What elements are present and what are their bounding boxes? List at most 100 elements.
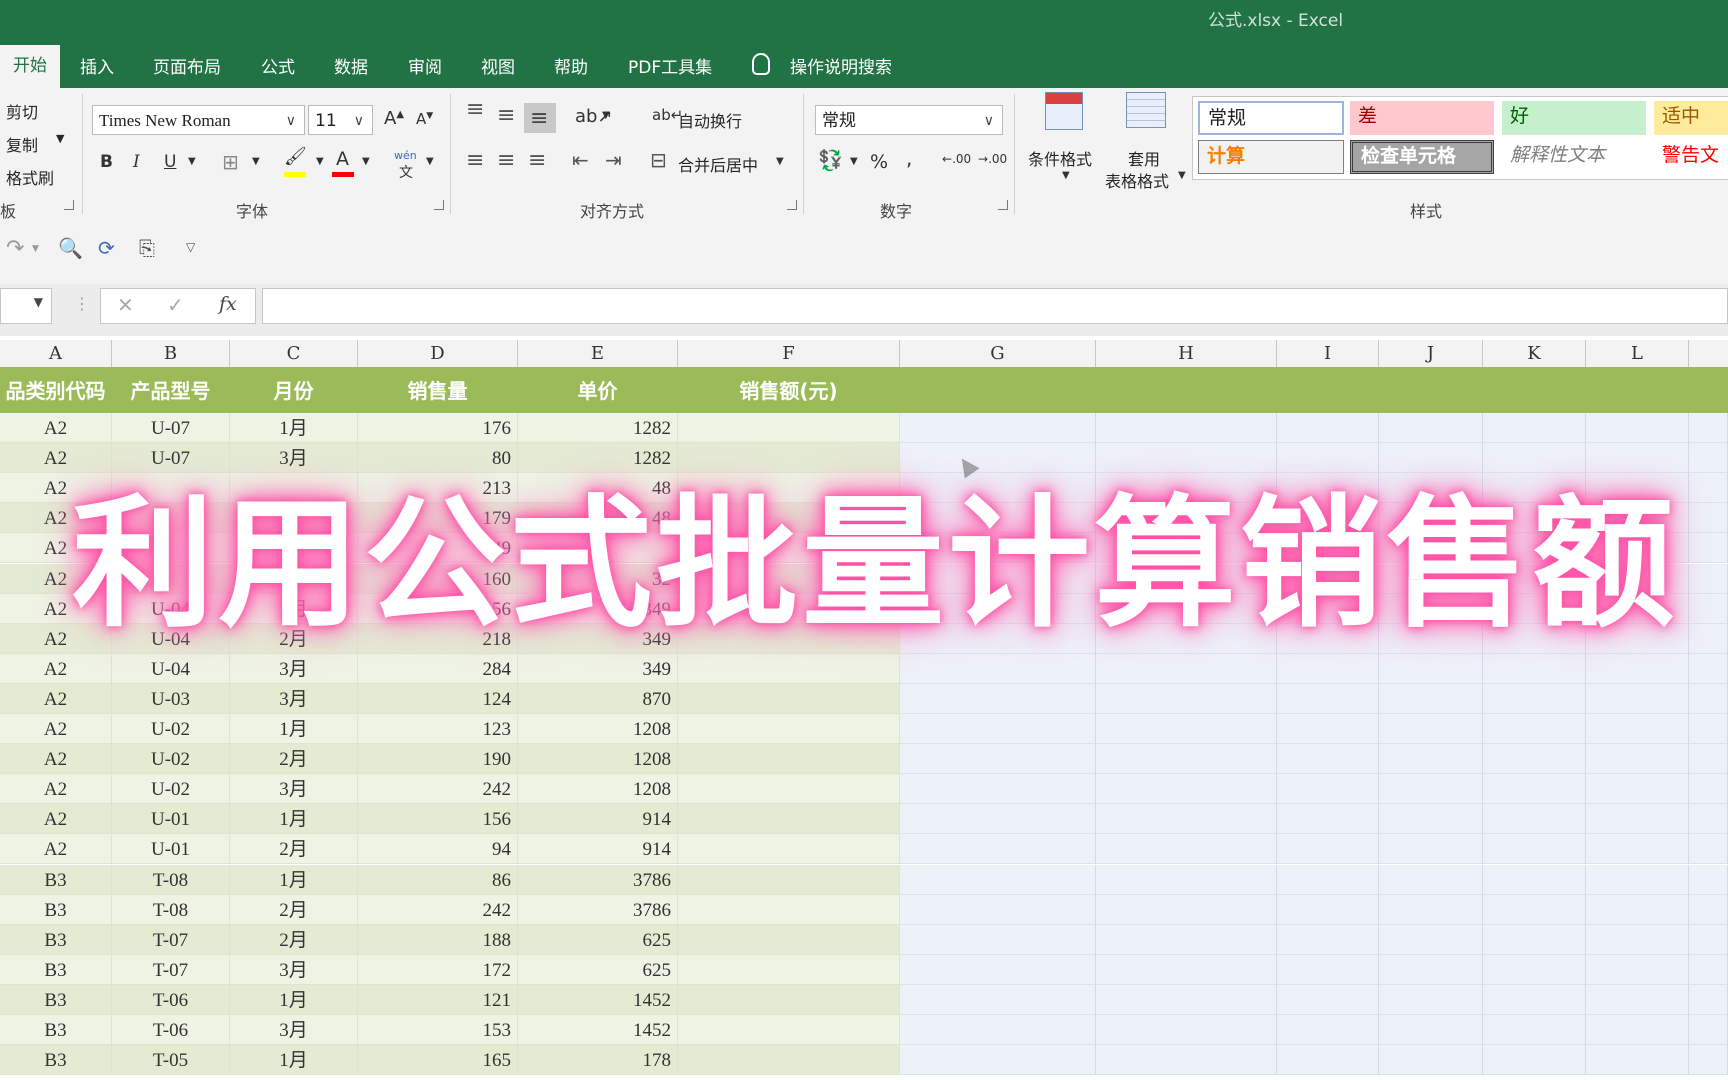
table-cell[interactable]: 1208	[518, 774, 678, 805]
table-cell[interactable]: 1452	[518, 984, 678, 1015]
empty-cell[interactable]	[1586, 714, 1689, 744]
table-cell[interactable]: 94	[358, 834, 518, 865]
table-cell[interactable]: U-04	[112, 653, 230, 684]
merge-center-button[interactable]: 合并后居中	[678, 152, 758, 176]
empty-cell[interactable]	[1379, 804, 1483, 835]
format-painter-button[interactable]: 格式刷	[6, 165, 54, 189]
table-cell[interactable]: 625	[518, 924, 678, 955]
enter-icon[interactable]: ✓	[167, 293, 184, 317]
table-cell[interactable]	[678, 954, 900, 985]
empty-cell[interactable]	[1689, 864, 1728, 895]
empty-cell[interactable]	[1483, 683, 1586, 714]
empty-cell[interactable]	[1379, 1015, 1483, 1045]
name-box-dropdown-icon[interactable]: ▼	[34, 295, 43, 309]
cancel-icon[interactable]: ✕	[117, 293, 134, 317]
table-cell[interactable]: 190	[358, 744, 518, 775]
table-cell[interactable]: A2	[0, 774, 112, 805]
empty-cell[interactable]	[1483, 924, 1586, 955]
table-cell[interactable]: B3	[0, 954, 112, 985]
header-cell[interactable]: 月份	[230, 367, 358, 413]
empty-cell[interactable]	[1483, 653, 1586, 684]
comma-button[interactable]: ,	[906, 146, 912, 170]
table-cell[interactable]: 3月	[230, 653, 358, 684]
table-cell[interactable]: 1208	[518, 714, 678, 744]
empty-cell[interactable]	[1586, 834, 1689, 865]
table-cell[interactable]: 165	[358, 1045, 518, 1076]
table-cell[interactable]: T-08	[112, 894, 230, 925]
empty-cell[interactable]	[1586, 894, 1689, 925]
empty-cell[interactable]	[1689, 1015, 1728, 1045]
empty-cell[interactable]	[1277, 984, 1379, 1015]
empty-cell[interactable]	[1096, 1015, 1277, 1045]
header-cell[interactable]: 单价	[518, 367, 678, 413]
style-warning[interactable]: 警告文	[1654, 140, 1728, 174]
empty-cell[interactable]	[1689, 413, 1728, 443]
table-cell[interactable]: U-01	[112, 834, 230, 865]
empty-cell[interactable]	[1277, 1015, 1379, 1045]
empty-cell[interactable]	[1096, 834, 1277, 865]
empty-cell[interactable]	[1586, 804, 1689, 835]
table-cell[interactable]: 1452	[518, 1015, 678, 1045]
empty-cell[interactable]	[900, 413, 1096, 443]
empty-cell[interactable]	[900, 984, 1096, 1015]
tab-formulas[interactable]: 公式	[261, 53, 295, 78]
empty-cell[interactable]	[1277, 774, 1379, 805]
empty-cell[interactable]	[1586, 984, 1689, 1015]
table-cell[interactable]: B3	[0, 864, 112, 895]
style-explanatory[interactable]: 解释性文本	[1502, 140, 1646, 174]
empty-cell[interactable]	[1483, 954, 1586, 985]
table-cell[interactable]: 123	[358, 714, 518, 744]
align-left-icon[interactable]: ≡	[466, 148, 484, 173]
empty-cell[interactable]	[1586, 774, 1689, 805]
refresh-all-icon[interactable]: ⟳	[98, 236, 115, 260]
column-header-c[interactable]: C	[230, 340, 358, 367]
empty-cell[interactable]	[1689, 924, 1728, 955]
column-header-d[interactable]: D	[358, 340, 518, 367]
table-cell[interactable]: 3月	[230, 774, 358, 805]
empty-cell[interactable]	[1379, 954, 1483, 985]
empty-cell[interactable]	[1586, 1045, 1689, 1076]
empty-cell[interactable]	[1277, 1045, 1379, 1076]
column-header-g[interactable]: G	[900, 340, 1096, 367]
number-format-select[interactable]: 常规 ∨	[815, 105, 1003, 135]
empty-cell[interactable]	[1586, 954, 1689, 985]
table-cell[interactable]: 1月	[230, 714, 358, 744]
increase-decimal-button[interactable]: ←.00	[942, 152, 971, 166]
style-normal[interactable]: 常规	[1198, 101, 1344, 135]
empty-cell[interactable]	[1379, 413, 1483, 443]
table-cell[interactable]	[678, 744, 900, 775]
empty-cell[interactable]	[1483, 413, 1586, 443]
empty-cell[interactable]	[1379, 984, 1483, 1015]
table-cell[interactable]: 2月	[230, 834, 358, 865]
empty-cell[interactable]	[1379, 1045, 1483, 1076]
empty-cell[interactable]	[1483, 1045, 1586, 1076]
empty-cell[interactable]	[1483, 367, 1586, 413]
empty-cell[interactable]	[1096, 894, 1277, 925]
empty-cell[interactable]	[1483, 714, 1586, 744]
format-as-table-line1[interactable]: 套用	[1128, 146, 1160, 170]
conditional-format-button[interactable]: 条件格式	[1028, 146, 1092, 170]
empty-cell[interactable]	[1689, 894, 1728, 925]
borders-icon[interactable]: ⊞	[222, 150, 239, 174]
empty-cell[interactable]	[900, 367, 1096, 413]
table-cell[interactable]: 1282	[518, 413, 678, 443]
empty-cell[interactable]	[900, 683, 1096, 714]
empty-cell[interactable]	[1277, 924, 1379, 955]
style-bad[interactable]: 差	[1350, 101, 1494, 135]
table-cell[interactable]: A2	[0, 744, 112, 775]
empty-cell[interactable]	[1689, 683, 1728, 714]
font-launcher-icon[interactable]	[434, 200, 444, 210]
table-cell[interactable]: 870	[518, 683, 678, 714]
underline-dropdown-icon[interactable]: ▼	[188, 156, 196, 167]
table-cell[interactable]: T-07	[112, 924, 230, 955]
table-cell[interactable]: 625	[518, 954, 678, 985]
table-cell[interactable]: 242	[358, 774, 518, 805]
table-cell[interactable]	[678, 894, 900, 925]
formula-input[interactable]	[262, 288, 1728, 324]
table-cell[interactable]: 156	[358, 804, 518, 835]
table-cell[interactable]: 284	[358, 653, 518, 684]
italic-button[interactable]: I	[133, 152, 140, 172]
cut-button[interactable]: 剪切	[6, 99, 38, 123]
empty-cell[interactable]	[1689, 774, 1728, 805]
empty-cell[interactable]	[1689, 744, 1728, 775]
